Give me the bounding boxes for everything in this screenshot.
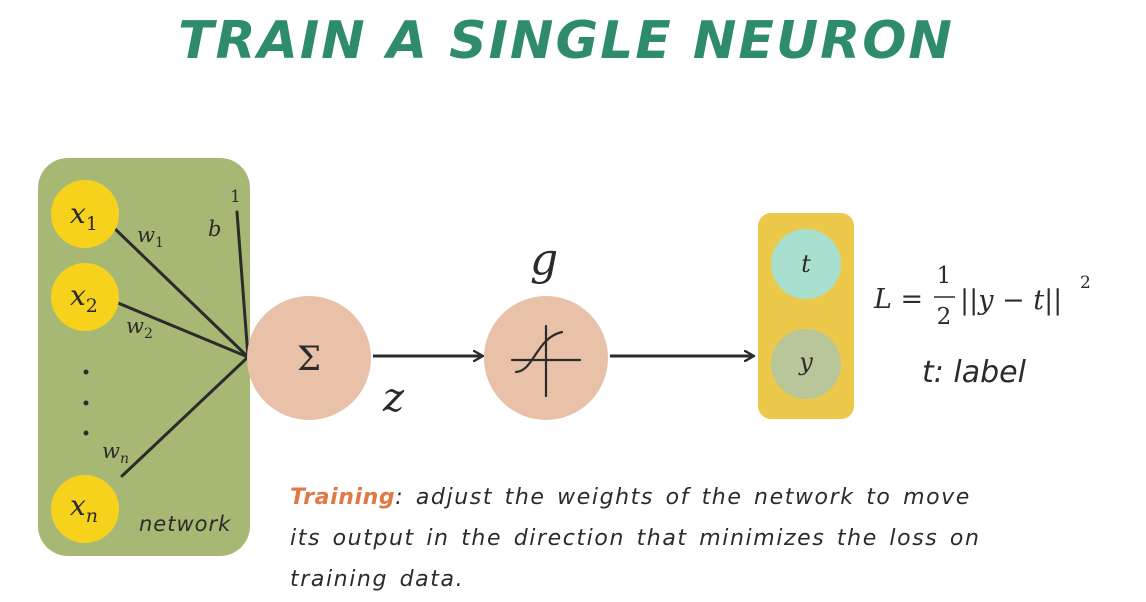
- prediction-label: y: [798, 348, 813, 376]
- loss-norm: ||y − t||: [960, 285, 1062, 316]
- loss-formula: L = 1 2 ||y − t|| 2: [873, 263, 1091, 330]
- training-keyword: Training: [290, 485, 396, 510]
- label-note: t: label: [922, 355, 1027, 390]
- loss-denominator: 2: [937, 304, 952, 330]
- z-label: z: [382, 375, 405, 421]
- activation-label: g: [530, 234, 558, 285]
- training-description: Training: adjust the weights of the netw…: [290, 477, 1010, 600]
- loss-numerator: 1: [937, 263, 952, 289]
- bias-input-label: 1: [230, 187, 241, 207]
- loss-lhs: L =: [873, 284, 923, 315]
- bias-label: b: [208, 217, 221, 241]
- target-label: t: [801, 250, 811, 278]
- sum-symbol: Σ: [297, 339, 321, 379]
- loss-exponent: 2: [1080, 273, 1091, 293]
- network-caption: network: [139, 512, 231, 536]
- page-title: TRAIN A SINGLE NEURON: [178, 11, 954, 71]
